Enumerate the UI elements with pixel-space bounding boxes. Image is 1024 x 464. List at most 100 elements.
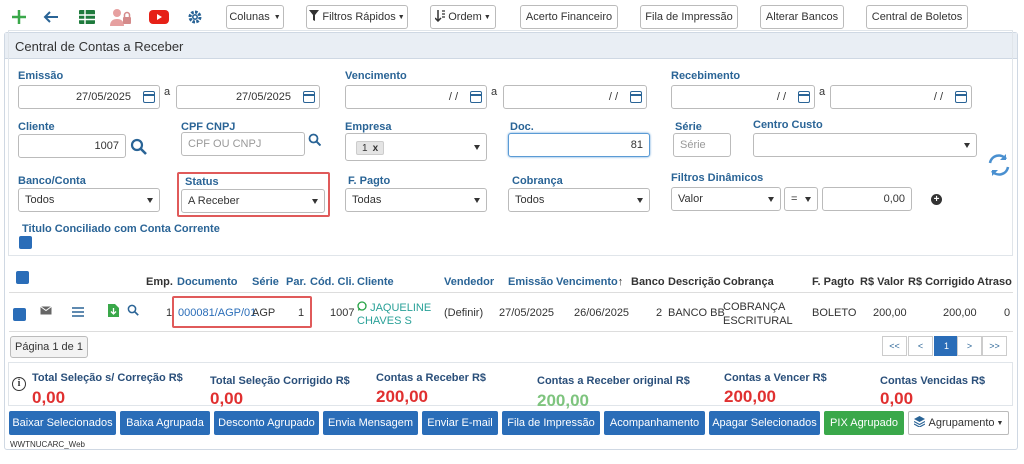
col-documento[interactable]: Documento bbox=[177, 276, 238, 288]
cobranca-select[interactable]: Todos bbox=[508, 188, 650, 212]
add-icon[interactable] bbox=[8, 6, 30, 28]
col-emissao[interactable]: Emissão bbox=[508, 276, 553, 288]
caret-down-icon bbox=[474, 145, 480, 150]
recebimento-to-input[interactable]: / / bbox=[830, 85, 972, 109]
select-all-checkbox[interactable] bbox=[16, 271, 29, 284]
col-banco[interactable]: Banco bbox=[631, 276, 665, 288]
col-corrigido[interactable]: R$ Corrigido bbox=[908, 276, 975, 288]
acerto-financeiro-button[interactable]: Acerto Financeiro bbox=[520, 5, 618, 29]
pager-page-1-button[interactable]: 1 bbox=[934, 336, 959, 356]
refresh-icon[interactable] bbox=[986, 152, 1012, 181]
emissao-to-input[interactable]: 27/05/2025 bbox=[176, 85, 320, 109]
pix-agrupado-button[interactable]: PIX Agrupado bbox=[824, 411, 904, 435]
youtube-icon[interactable] bbox=[148, 6, 170, 28]
pager-first-button[interactable]: << bbox=[882, 336, 907, 356]
status-label: Status bbox=[185, 176, 219, 188]
col-vendedor[interactable]: Vendedor bbox=[444, 276, 494, 288]
desconto-agrupado-button[interactable]: Desconto Agrupado bbox=[214, 411, 319, 435]
search-icon[interactable] bbox=[130, 138, 147, 158]
baixar-selecionados-button[interactable]: Baixar Selecionados bbox=[9, 411, 116, 435]
cell-cliente-link[interactable]: JAQUELINE bbox=[357, 301, 431, 314]
col-par[interactable]: Par. bbox=[286, 276, 306, 288]
cliente-name-line2[interactable]: CHAVES S bbox=[357, 315, 412, 327]
calendar-icon[interactable] bbox=[303, 91, 315, 103]
pager-last-button[interactable]: >> bbox=[982, 336, 1007, 356]
document-download-icon[interactable] bbox=[108, 304, 119, 320]
vencimento-to-input[interactable]: / / bbox=[503, 85, 647, 109]
cell-f-pagto: BOLETO bbox=[812, 307, 857, 319]
search-icon[interactable] bbox=[127, 304, 139, 319]
enviar-email-button[interactable]: Enviar E-mail bbox=[422, 411, 498, 435]
cliente-value: 1007 bbox=[94, 140, 119, 152]
sort-up-arrow-icon: ↑ bbox=[617, 276, 624, 288]
baixa-agrupada-button[interactable]: Baixa Agrupada bbox=[120, 411, 210, 435]
envia-mensagem-button[interactable]: Envia Mensagem bbox=[323, 411, 418, 435]
titulo-conciliado-label: Titulo Conciliado com Conta Corrente bbox=[22, 223, 220, 235]
contas-receber-original-label: Contas a Receber original R$ bbox=[537, 375, 690, 387]
col-emp[interactable]: Emp. bbox=[146, 276, 173, 288]
fila-impressao-button[interactable]: Fila de Impressão bbox=[640, 5, 738, 29]
contas-receber-value: 200,00 bbox=[376, 387, 428, 406]
remove-tag-icon[interactable]: x bbox=[373, 143, 379, 154]
caret-down-icon bbox=[637, 198, 643, 203]
row-checkbox[interactable] bbox=[13, 308, 26, 321]
titulo-conciliado-checkbox[interactable] bbox=[19, 236, 32, 249]
col-vencimento[interactable]: Vencimento↑ bbox=[556, 276, 623, 288]
cell-cod-cli: 1007 bbox=[330, 307, 355, 319]
calendar-icon[interactable] bbox=[630, 91, 642, 103]
acompanhamento-button[interactable]: Acompanhamento bbox=[604, 411, 705, 435]
banco-conta-select[interactable]: Todos bbox=[18, 188, 160, 212]
calendar-icon[interactable] bbox=[143, 91, 155, 103]
empresa-select[interactable]: 1 x bbox=[345, 133, 487, 161]
col-f-pagto[interactable]: F. Pagto bbox=[812, 276, 854, 288]
colunas-button[interactable]: Colunas ▼ bbox=[226, 5, 284, 29]
spreadsheet-icon[interactable] bbox=[76, 6, 98, 28]
calendar-icon[interactable] bbox=[955, 91, 967, 103]
f-pagto-select[interactable]: Todas bbox=[345, 188, 487, 212]
col-cobranca[interactable]: Cobrança bbox=[723, 276, 774, 288]
centro-custo-select[interactable] bbox=[753, 133, 977, 157]
col-atraso[interactable]: Atraso bbox=[977, 276, 1012, 288]
filter-icon bbox=[309, 10, 320, 24]
pager-prev-button[interactable]: < bbox=[908, 336, 933, 356]
col-descricao[interactable]: Descrição bbox=[668, 276, 721, 288]
agrupamento-label: Agrupamento bbox=[928, 417, 995, 429]
search-icon[interactable] bbox=[308, 133, 322, 149]
filtro-dinamico-value-input[interactable]: 0,00 bbox=[822, 187, 912, 211]
fila-impressao-bottom-button[interactable]: Fila de Impressão bbox=[502, 411, 600, 435]
info-icon[interactable]: i bbox=[12, 377, 26, 391]
doc-input[interactable]: 81 bbox=[508, 133, 650, 157]
central-boletos-button[interactable]: Central de Boletos bbox=[866, 5, 968, 29]
apagar-selecionados-button[interactable]: Apagar Selecionados bbox=[709, 411, 820, 435]
gear-icon[interactable] bbox=[184, 6, 206, 28]
user-lock-icon[interactable] bbox=[110, 6, 132, 28]
status-select[interactable]: A Receber bbox=[181, 189, 325, 213]
filtros-rapidos-button[interactable]: Filtros Rápidos ▼ bbox=[306, 5, 408, 29]
filtro-dinamico-operator-select[interactable]: = bbox=[784, 187, 818, 211]
col-valor[interactable]: R$ Valor bbox=[860, 276, 904, 288]
back-arrow-icon[interactable] bbox=[40, 6, 62, 28]
col-serie[interactable]: Série bbox=[252, 276, 279, 288]
cliente-input[interactable]: 1007 bbox=[18, 134, 126, 158]
cobranca-value: Todos bbox=[515, 194, 545, 206]
col-cod-cli[interactable]: Cód. Cli. bbox=[310, 276, 355, 288]
calendar-icon[interactable] bbox=[798, 91, 810, 103]
pager-next-button[interactable]: > bbox=[957, 336, 982, 356]
empresa-tag[interactable]: 1 x bbox=[356, 141, 385, 155]
total-selecao-corrigido-label: Total Seleção Corrigido R$ bbox=[210, 375, 350, 387]
menu-icon[interactable] bbox=[72, 307, 84, 320]
cell-documento-link[interactable]: 000081/AGP/01 bbox=[178, 307, 256, 319]
serie-input[interactable]: Série bbox=[673, 133, 731, 157]
envelope-icon[interactable] bbox=[40, 306, 52, 318]
alterar-bancos-button[interactable]: Alterar Bancos bbox=[760, 5, 844, 29]
recebimento-from-input[interactable]: / / bbox=[671, 85, 815, 109]
filtro-dinamico-field-select[interactable]: Valor bbox=[671, 187, 781, 211]
emissao-from-input[interactable]: 27/05/2025 bbox=[18, 85, 160, 109]
cpf-cnpj-input[interactable]: CPF OU CNPJ bbox=[181, 132, 305, 156]
col-cliente[interactable]: Cliente bbox=[357, 276, 394, 288]
calendar-icon[interactable] bbox=[470, 91, 482, 103]
agrupamento-button[interactable]: Agrupamento ▼ bbox=[908, 411, 1009, 435]
add-filter-icon[interactable]: + bbox=[931, 194, 942, 205]
vencimento-from-input[interactable]: / / bbox=[345, 85, 487, 109]
ordem-button[interactable]: Ordem ▼ bbox=[430, 5, 496, 29]
